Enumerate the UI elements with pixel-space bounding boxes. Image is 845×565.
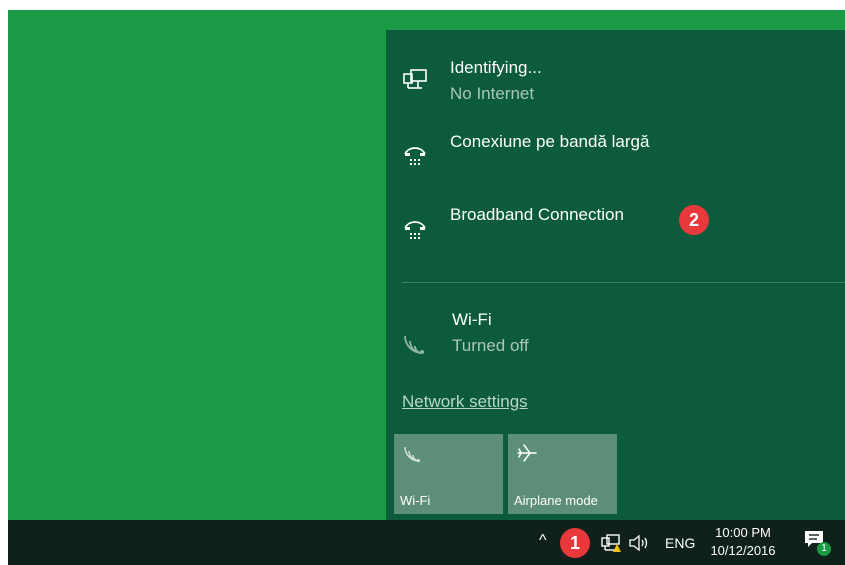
chevron-up-icon[interactable]: ^	[539, 532, 547, 550]
action-center-button[interactable]: 1	[803, 529, 835, 559]
airplane-icon	[517, 444, 537, 462]
clock-time: 10:00 PM	[715, 525, 771, 540]
clock-date: 10/12/2016	[710, 543, 776, 558]
network-name: Wi-Fi	[452, 310, 492, 329]
callout-badge-1: 1	[560, 528, 590, 558]
callout-badge-2: 2	[679, 205, 709, 235]
dialup-icon	[404, 147, 426, 165]
wired-network-icon	[403, 69, 427, 89]
network-name: Broadband Connection	[450, 205, 624, 224]
network-item-identifying[interactable]: Identifying... No Internet	[386, 50, 845, 110]
wifi-icon	[404, 446, 420, 462]
quick-action-wifi-tile[interactable]: Wi-Fi	[394, 434, 503, 514]
quick-action-airplane-tile[interactable]: Airplane mode	[508, 434, 617, 514]
network-flyout: Identifying... No Internet Conexiune pe …	[386, 30, 845, 520]
network-status: Turned off	[452, 336, 529, 355]
dialup-icon	[404, 221, 426, 239]
volume-icon[interactable]	[628, 534, 652, 552]
network-item-wifi[interactable]: Wi-Fi Turned off	[386, 308, 845, 368]
taskbar: ^ 1 ENG 10:00 PM 10/12/2016 1	[8, 520, 845, 565]
divider	[402, 282, 845, 283]
network-settings-link[interactable]: Network settings	[402, 392, 528, 412]
clock[interactable]: 10:00 PM 10/12/2016	[708, 524, 778, 560]
tile-label: Airplane mode	[514, 493, 598, 508]
input-language[interactable]: ENG	[665, 535, 695, 551]
network-name: Conexiune pe bandă largă	[450, 132, 650, 151]
network-status: No Internet	[450, 84, 535, 103]
network-name: Identifying...	[450, 58, 542, 77]
tile-label: Wi-Fi	[400, 493, 431, 508]
network-item-conexiune[interactable]: Conexiune pe bandă largă	[386, 126, 845, 186]
notification-count-badge: 1	[817, 542, 831, 556]
network-item-broadband[interactable]: Broadband Connection	[386, 200, 845, 260]
network-tray-icon[interactable]	[600, 533, 622, 553]
wifi-icon	[404, 335, 424, 354]
